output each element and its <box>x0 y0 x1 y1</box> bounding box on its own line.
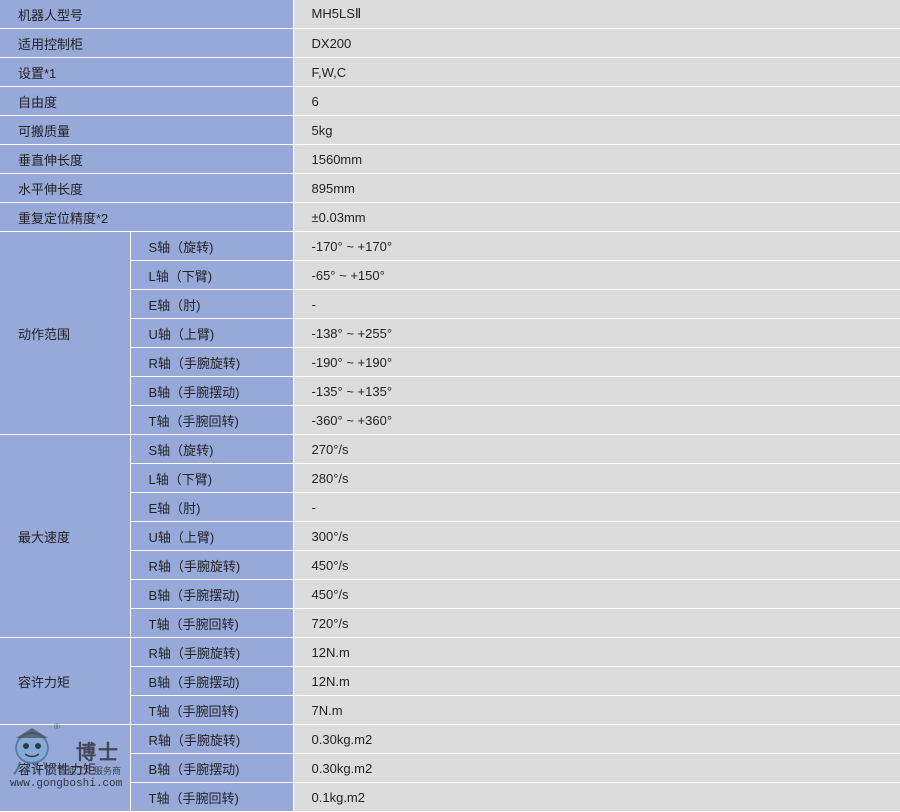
axis-label: U轴（上臂) <box>130 521 294 551</box>
table-row: 垂直伸长度 1560mm <box>0 144 900 174</box>
axis-value: - <box>293 289 900 319</box>
spec-label: 适用控制柜 <box>0 28 294 58</box>
table-row: B轴（手腕摆动) 0.30kg.m2 <box>0 753 900 783</box>
spec-value: DX200 <box>293 28 900 58</box>
axis-label: R轴（手腕旋转) <box>130 724 294 754</box>
spec-value: F,W,C <box>293 57 900 87</box>
axis-label: R轴（手腕旋转) <box>130 550 294 580</box>
table-row: B轴（手腕摆动) 12N.m <box>0 666 900 696</box>
table-row: 设置*1 F,W,C <box>0 57 900 87</box>
table-row: 动作范围 S轴（旋转) -170° ~ +170° <box>0 231 900 435</box>
axis-value: -138° ~ +255° <box>293 318 900 348</box>
spec-value: MH5LSⅡ <box>293 0 900 29</box>
spec-value: 6 <box>293 86 900 116</box>
table-row: L轴（下臂) 280°/s <box>0 463 900 493</box>
axis-value: 720°/s <box>293 608 900 638</box>
axis-value: -360° ~ +360° <box>293 405 900 435</box>
axis-value: 0.1kg.m2 <box>293 782 900 812</box>
axis-label: S轴（旋转) <box>130 434 294 464</box>
group-label: 最大速度 <box>0 434 131 638</box>
group-label: 容许惯性力矩 <box>0 724 131 812</box>
table-row: 重复定位精度*2 ±0.03mm <box>0 202 900 232</box>
group-label: 容许力矩 <box>0 637 131 725</box>
axis-value: 7N.m <box>293 695 900 725</box>
table-row: T轴（手腕回转) 720°/s <box>0 608 900 638</box>
axis-label: U轴（上臂) <box>130 318 294 348</box>
spec-value: ±0.03mm <box>293 202 900 232</box>
table-row: T轴（手腕回转) -360° ~ +360° <box>0 405 900 435</box>
axis-label: B轴（手腕摆动) <box>130 666 294 696</box>
spec-label: 水平伸长度 <box>0 173 294 203</box>
table-row: R轴（手腕旋转) -190° ~ +190° <box>0 347 900 377</box>
spec-label: 机器人型号 <box>0 0 294 29</box>
axis-label: S轴（旋转) <box>130 231 294 261</box>
table-row: 容许惯性力矩 R轴（手腕旋转) 0.30kg.m2 <box>0 724 900 812</box>
spec-table: 机器人型号 MH5LSⅡ 适用控制柜 DX200 设置*1 F,W,C 自由度 6 可搬质量 5k… <box>0 0 900 812</box>
table-row: U轴（上臂) -138° ~ +255° <box>0 318 900 348</box>
axis-value: 300°/s <box>293 521 900 551</box>
axis-label: T轴（手腕回转) <box>130 782 294 812</box>
axis-label: B轴（手腕摆动) <box>130 753 294 783</box>
spec-label: 设置*1 <box>0 57 294 87</box>
table-row: 自由度 6 <box>0 86 900 116</box>
spec-label: 垂直伸长度 <box>0 144 294 174</box>
table-row: B轴（手腕摆动) 450°/s <box>0 579 900 609</box>
axis-value: 450°/s <box>293 579 900 609</box>
axis-value: 12N.m <box>293 666 900 696</box>
spec-table-body: 机器人型号 MH5LSⅡ 适用控制柜 DX200 设置*1 F,W,C 自由度 6 可搬质量 5k… <box>0 0 900 812</box>
table-row: E轴（肘) - <box>0 289 900 319</box>
spec-label: 重复定位精度*2 <box>0 202 294 232</box>
table-row: E轴（肘) - <box>0 492 900 522</box>
table-row: R轴（手腕旋转) 450°/s <box>0 550 900 580</box>
spec-value: 5kg <box>293 115 900 145</box>
axis-value: -65° ~ +150° <box>293 260 900 290</box>
axis-label: E轴（肘) <box>130 492 294 522</box>
axis-label: T轴（手腕回转) <box>130 695 294 725</box>
axis-value: -190° ~ +190° <box>293 347 900 377</box>
axis-label: R轴（手腕旋转) <box>130 347 294 377</box>
axis-value: 450°/s <box>293 550 900 580</box>
axis-value: 270°/s <box>293 434 900 464</box>
axis-value: 12N.m <box>293 637 900 667</box>
axis-value: -170° ~ +170° <box>293 231 900 261</box>
axis-label: R轴（手腕旋转) <box>130 637 294 667</box>
table-row: T轴（手腕回转) 7N.m <box>0 695 900 725</box>
axis-value: 280°/s <box>293 463 900 493</box>
table-row: U轴（上臂) 300°/s <box>0 521 900 551</box>
table-row: 适用控制柜 DX200 <box>0 28 900 58</box>
table-row: 容许力矩 R轴（手腕旋转) 12N.m <box>0 637 900 725</box>
axis-label: T轴（手腕回转) <box>130 405 294 435</box>
axis-value: 0.30kg.m2 <box>293 724 900 754</box>
axis-label: T轴（手腕回转) <box>130 608 294 638</box>
spec-value: 895mm <box>293 173 900 203</box>
table-row: B轴（手腕摆动) -135° ~ +135° <box>0 376 900 406</box>
spec-label: 自由度 <box>0 86 294 116</box>
table-row: L轴（下臂) -65° ~ +150° <box>0 260 900 290</box>
axis-label: L轴（下臂) <box>130 260 294 290</box>
table-row: 水平伸长度 895mm <box>0 173 900 203</box>
table-row: 机器人型号 MH5LSⅡ <box>0 0 900 29</box>
axis-label: L轴（下臂) <box>130 463 294 493</box>
group-label: 动作范围 <box>0 231 131 435</box>
axis-value: -135° ~ +135° <box>293 376 900 406</box>
table-row: T轴（手腕回转) 0.1kg.m2 <box>0 782 900 812</box>
spec-value: 1560mm <box>293 144 900 174</box>
table-row: 最大速度 S轴（旋转) 270°/s <box>0 434 900 638</box>
spec-label: 可搬质量 <box>0 115 294 145</box>
axis-value: - <box>293 492 900 522</box>
table-row: 可搬质量 5kg <box>0 115 900 145</box>
axis-label: B轴（手腕摆动) <box>130 579 294 609</box>
axis-label: B轴（手腕摆动) <box>130 376 294 406</box>
axis-label: E轴（肘) <box>130 289 294 319</box>
axis-value: 0.30kg.m2 <box>293 753 900 783</box>
